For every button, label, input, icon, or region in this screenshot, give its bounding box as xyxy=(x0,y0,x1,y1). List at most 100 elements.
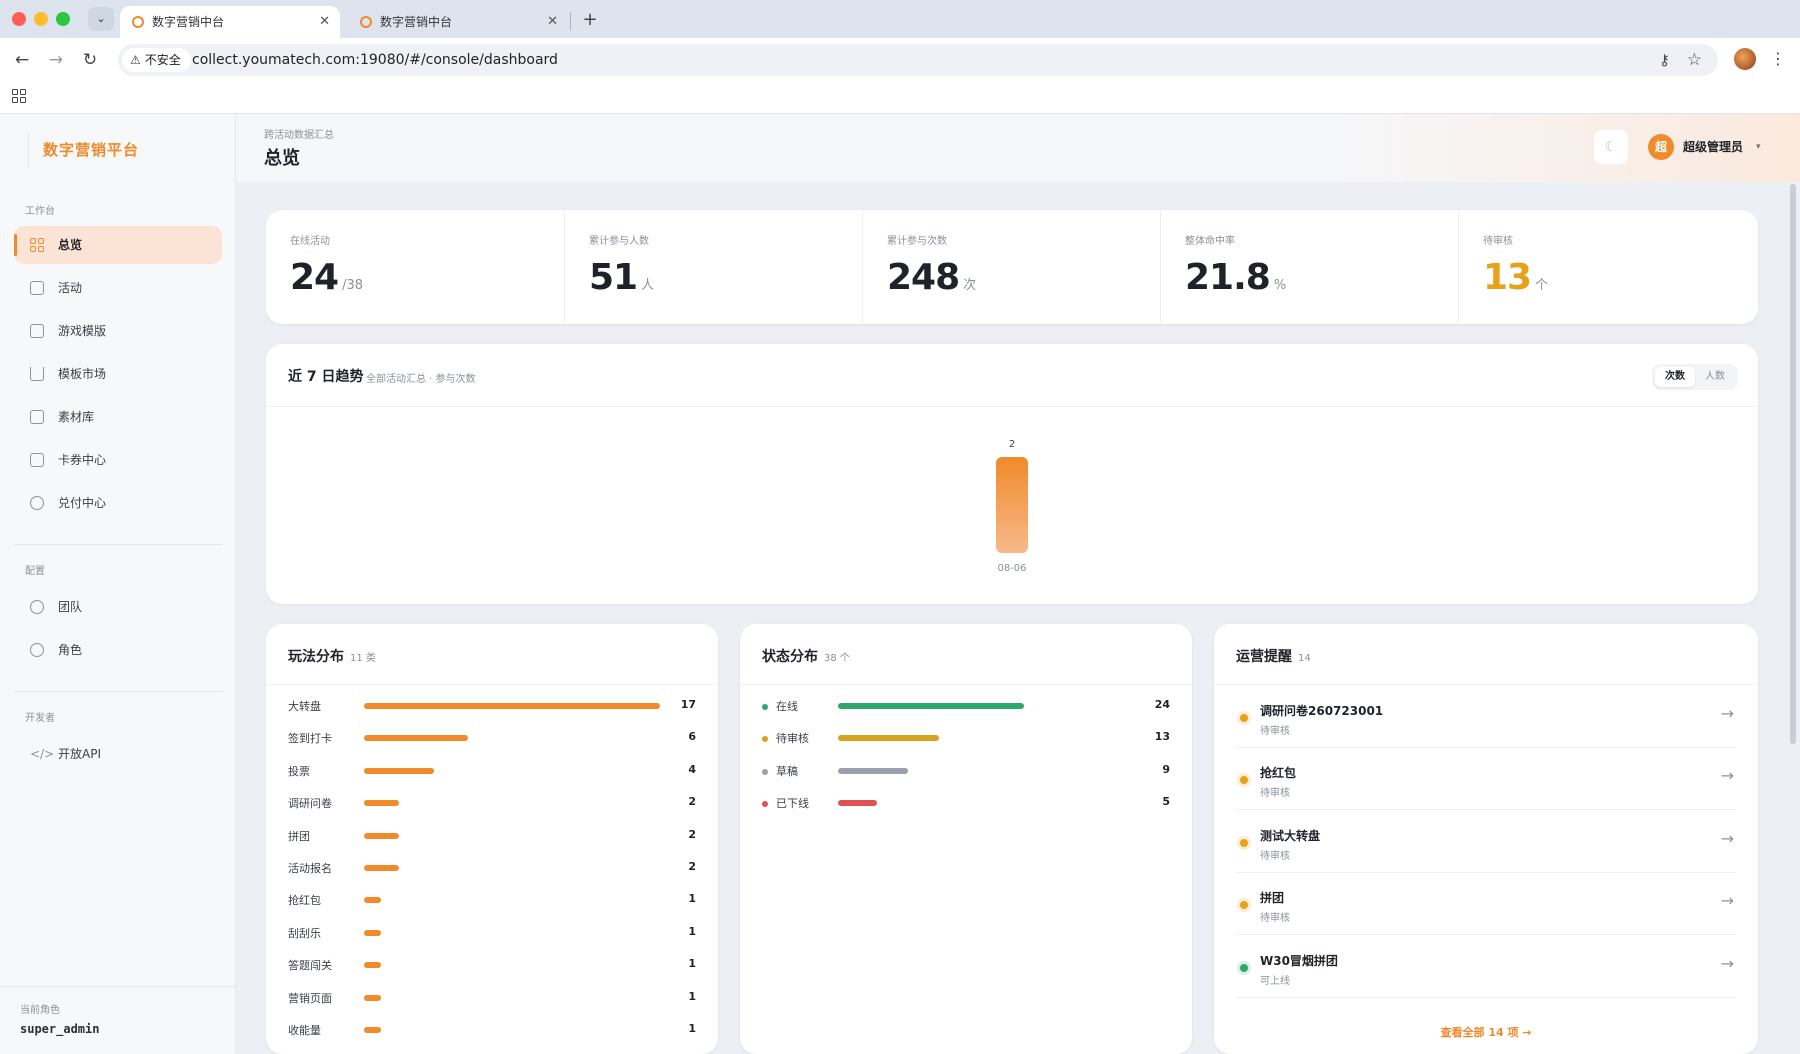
bar-track xyxy=(364,767,660,774)
profile-avatar-icon[interactable] xyxy=(1734,48,1756,70)
sidebar-item-label: 游戏模版 xyxy=(58,324,107,338)
alert-item[interactable]: W30冒烟拼团 可上线 → xyxy=(1236,936,1736,998)
image-icon xyxy=(30,410,44,424)
bar-fill xyxy=(364,800,399,807)
bar-fill xyxy=(364,994,382,1001)
close-tab-icon[interactable]: ✕ xyxy=(319,6,330,38)
password-key-icon[interactable]: ⚷ xyxy=(1659,44,1670,76)
play-distribution-row: 大转盘 17 xyxy=(266,696,718,716)
toggle-count-button[interactable]: 次数 xyxy=(1655,367,1695,387)
sidebar-item-game-templates[interactable]: 游戏模版 xyxy=(14,312,222,350)
card-count: 14 xyxy=(1298,653,1311,664)
back-arrow-icon[interactable]: ← xyxy=(8,46,36,74)
sidebar-item-template-market[interactable]: 模板市场 xyxy=(14,355,222,393)
security-chip[interactable]: ⚠ 不安全 xyxy=(122,48,191,72)
card-divider xyxy=(266,684,718,685)
address-bar[interactable]: ⚠ 不安全 collect.youmatech.com:19080/#/conso… xyxy=(118,44,1718,76)
forward-arrow-icon[interactable]: → xyxy=(42,46,70,74)
sidebar-item-activities[interactable]: 活动 xyxy=(14,269,222,307)
page-title: 总览 xyxy=(264,148,300,169)
sidebar-item-roles[interactable]: 角色 xyxy=(14,631,222,669)
row-value: 1 xyxy=(688,989,696,1003)
card-title: 状态分布 38 个 xyxy=(762,649,850,665)
sidebar-item-asset-library[interactable]: 素材库 xyxy=(14,398,222,436)
card-count: 38 个 xyxy=(824,653,850,664)
trend-subtitle: 全部活动汇总 · 参与次数 xyxy=(366,374,476,385)
row-value: 1 xyxy=(688,957,696,971)
alert-item[interactable]: 抢红包 待审核 → xyxy=(1236,748,1736,811)
stat-label: 累计参与人数 xyxy=(589,236,649,247)
row-label: 活动报名 xyxy=(288,862,332,875)
alert-name: 测试大转盘 xyxy=(1260,828,1321,843)
alert-item[interactable]: 测试大转盘 待审核 → xyxy=(1236,811,1736,873)
row-value: 1 xyxy=(688,1022,696,1035)
sidebar-item-label: 角色 xyxy=(58,643,83,657)
stat-unit: 次 xyxy=(963,278,977,293)
trend-bar[interactable] xyxy=(996,457,1028,553)
avatar[interactable]: 超 xyxy=(1648,134,1674,160)
stat-label: 在线活动 xyxy=(290,236,330,247)
current-role-footer: 当前角色 super_admin xyxy=(0,986,236,1054)
maximize-window-button[interactable] xyxy=(56,12,70,26)
row-value: 2 xyxy=(688,860,696,873)
bar-fill xyxy=(838,703,1024,709)
browser-tab[interactable]: 数字营销中台 ✕ xyxy=(348,6,568,38)
sidebar-item-overview[interactable]: 总览 xyxy=(14,226,222,264)
play-distribution-row: 收能量 1 xyxy=(266,1020,718,1040)
stat-value: 21.8% xyxy=(1185,257,1287,298)
alert-item[interactable]: 调研问卷260723001 待审核 → xyxy=(1236,686,1736,748)
row-value: 5 xyxy=(1162,795,1170,809)
sidebar-item-coupon-center[interactable]: 卡券中心 xyxy=(14,441,222,479)
chevron-down-icon[interactable]: ▾ xyxy=(1756,134,1761,160)
sidebar-item-open-api[interactable]: </> 开放API xyxy=(14,735,222,773)
stat-value: 51 人 xyxy=(589,257,655,298)
apps-grid-icon[interactable] xyxy=(12,89,26,103)
browser-tab-strip: ⌄ 数字营销中台 ✕ 数字营销中台 ✕ + xyxy=(0,0,1800,38)
browser-tab-active[interactable]: 数字营销中台 ✕ xyxy=(120,6,340,38)
browser-tab-title: 数字营销中台 xyxy=(152,15,225,29)
arrow-right-icon[interactable]: → xyxy=(1721,766,1734,785)
arrow-right-icon[interactable]: → xyxy=(1721,704,1734,723)
tab-search-chevron-icon[interactable]: ⌄ xyxy=(88,7,114,31)
sidebar-item-redemption-center[interactable]: 兑付中心 xyxy=(14,484,222,522)
bookmark-star-icon[interactable]: ☆ xyxy=(1687,44,1702,76)
new-tab-plus-icon[interactable]: + xyxy=(578,6,602,34)
row-value: 24 xyxy=(1154,698,1170,711)
theme-toggle-moon-icon[interactable]: ☾ xyxy=(1594,130,1628,164)
row-label: 大转盘 xyxy=(288,700,321,713)
bar-fill xyxy=(838,735,939,742)
alert-status: 待审核 xyxy=(1260,913,1290,925)
arrow-right-icon[interactable]: → xyxy=(1721,829,1734,848)
toggle-people-button[interactable]: 人数 xyxy=(1695,367,1735,387)
current-role-label: 当前角色 xyxy=(20,1005,60,1016)
arrow-right-icon[interactable]: → xyxy=(1721,954,1734,973)
user-name[interactable]: 超级管理员 xyxy=(1683,134,1743,160)
row-label: 投票 xyxy=(288,764,310,778)
play-distribution-row: 营销页面 1 xyxy=(266,988,718,1008)
sidebar-item-label: 团队 xyxy=(58,600,83,614)
close-tab-icon[interactable]: ✕ xyxy=(547,6,558,38)
status-distribution-card: 状态分布 38 个 在线 24 待审核 13 草稿 9 已下线 5 xyxy=(740,624,1192,1054)
bar-track xyxy=(838,735,1134,742)
url-text[interactable]: collect.youmatech.com:19080/#/console/da… xyxy=(192,44,558,76)
minimize-window-button[interactable] xyxy=(34,12,48,26)
browser-tab-title: 数字营销中台 xyxy=(380,15,453,29)
cart-icon xyxy=(30,367,44,381)
view-all-link[interactable]: 查看全部 14 项 → xyxy=(1214,1024,1758,1040)
close-window-button[interactable] xyxy=(12,12,26,26)
breadcrumb: 跨活动数据汇总 xyxy=(264,130,334,141)
bar-fill xyxy=(364,735,469,742)
trend-bar-chart: 2 08-06 xyxy=(996,439,1028,574)
users-icon xyxy=(30,600,44,614)
reload-icon[interactable]: ↻ xyxy=(76,46,104,74)
alert-item[interactable]: 拼团 待审核 → xyxy=(1236,873,1736,936)
arrow-right-icon[interactable]: → xyxy=(1721,891,1734,910)
sidebar-item-team[interactable]: 团队 xyxy=(14,588,222,626)
page-scrollbar[interactable] xyxy=(1790,184,1796,744)
brand-title: 数字营销平台 xyxy=(28,132,208,168)
stat-pending-review[interactable]: 待审核 13 个 xyxy=(1458,210,1756,324)
browser-menu-icon[interactable]: ⋮ xyxy=(1768,46,1788,72)
row-value: 9 xyxy=(1162,762,1170,776)
bar-fill xyxy=(364,1027,382,1033)
row-label: 答题闯关 xyxy=(288,959,332,973)
